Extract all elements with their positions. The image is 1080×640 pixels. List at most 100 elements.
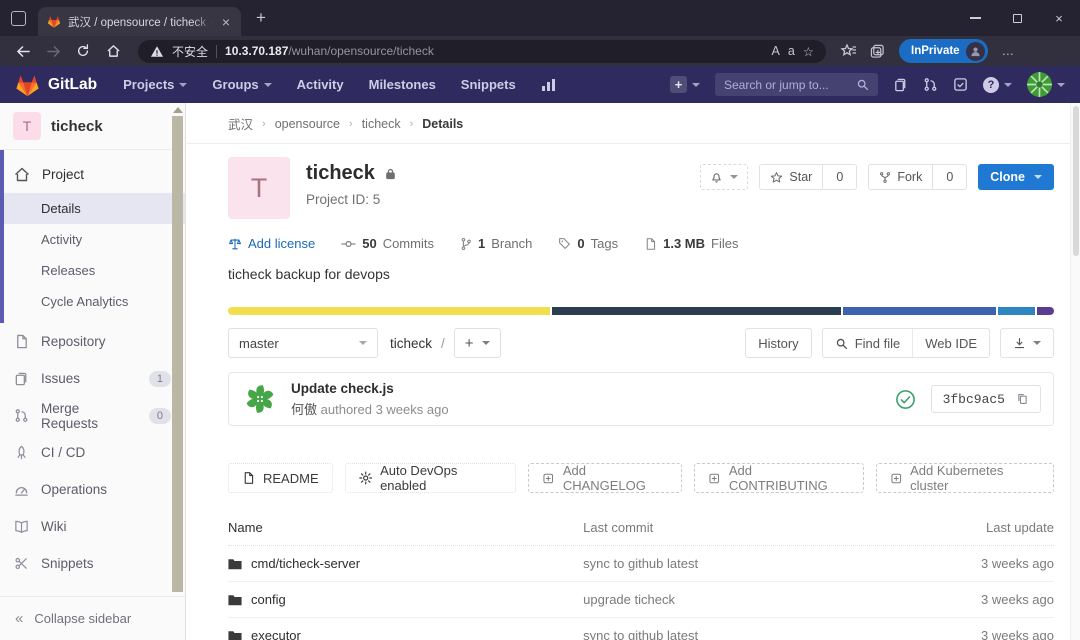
security-label[interactable]: 不安全	[172, 43, 208, 60]
commits-stat[interactable]: 50 Commits	[341, 236, 434, 251]
new-tab-button[interactable]: +	[256, 8, 266, 28]
refresh-button[interactable]	[70, 40, 96, 62]
maximize-button[interactable]	[996, 0, 1038, 36]
clone-button[interactable]: Clone	[978, 164, 1054, 190]
forward-button[interactable]	[40, 40, 66, 62]
commit-sha[interactable]: 3fbc9ac5	[943, 392, 1005, 407]
gitlab-brand[interactable]: GitLab	[48, 76, 97, 94]
collections-icon[interactable]	[870, 44, 885, 58]
nav-projects[interactable]: Projects	[123, 77, 188, 92]
sidebar-item-cicd[interactable]: CI / CD	[0, 434, 185, 471]
file-name-link[interactable]: config	[251, 592, 286, 607]
nav-snippets[interactable]: Snippets	[461, 77, 516, 92]
browser-tab[interactable]: 武汉 / opensource / ticheck · Gi ×	[38, 7, 241, 36]
address-bar[interactable]: 不安全 10.3.70.187/wuhan/opensource/ticheck…	[138, 39, 826, 63]
charts-icon[interactable]	[541, 78, 557, 92]
scrollbar-thumb[interactable]	[172, 116, 183, 592]
add-license-link[interactable]: Add license	[228, 236, 315, 251]
star-count[interactable]: 0	[823, 165, 856, 189]
language-bar[interactable]	[228, 307, 1054, 315]
sidebar-item-issues[interactable]: Issues 1	[0, 360, 185, 397]
window-controls: ×	[954, 0, 1080, 36]
sidebar-item-project[interactable]: Project	[0, 156, 185, 193]
commit-message-link[interactable]: sync to github latest	[583, 556, 924, 571]
back-button[interactable]	[10, 40, 36, 62]
gitlab-logo[interactable]	[15, 73, 40, 97]
issues-nav-icon[interactable]	[893, 77, 908, 92]
file-name-link[interactable]: cmd/ticheck-server	[251, 556, 360, 571]
browser-menu-icon[interactable]: …	[1002, 44, 1015, 58]
plus-icon: +	[464, 334, 474, 352]
sidebar-item-operations[interactable]: Operations	[0, 471, 185, 508]
files-stat[interactable]: 1.3 MB Files	[644, 236, 738, 251]
breadcrumb-project[interactable]: ticheck	[362, 117, 401, 131]
sidebar-scrollbar[interactable]	[172, 105, 183, 640]
home-button[interactable]	[100, 40, 126, 62]
search-input[interactable]: Search or jump to...	[715, 73, 878, 96]
table-row[interactable]: config upgrade ticheck 3 weeks ago	[228, 582, 1054, 618]
branches-stat[interactable]: 1 Branch	[460, 236, 532, 251]
pipeline-passed-icon[interactable]	[895, 389, 916, 410]
commit-author[interactable]: 何傲	[291, 402, 317, 417]
nav-activity[interactable]: Activity	[297, 77, 344, 92]
minimize-button[interactable]	[954, 0, 996, 36]
scroll-up-arrow-icon[interactable]	[172, 107, 183, 113]
download-button[interactable]	[1000, 328, 1054, 358]
star-button[interactable]: Star	[760, 165, 824, 189]
sidebar-item-snippets[interactable]: Snippets	[0, 545, 185, 582]
scrollbar-thumb[interactable]	[1072, 106, 1079, 256]
history-button[interactable]: History	[745, 328, 812, 358]
sidebar-project-header[interactable]: T ticheck	[0, 103, 185, 150]
repo-buttons-row: README Auto DevOps enabled Add CHANGELOG…	[228, 463, 1054, 493]
find-file-button[interactable]: Find file	[823, 329, 913, 357]
sidebar-item-merge-requests[interactable]: Merge Requests 0	[0, 397, 185, 434]
copy-icon[interactable]	[1016, 392, 1029, 406]
sidebar-item-wiki[interactable]: Wiki	[0, 508, 185, 545]
breadcrumb-group[interactable]: 武汉	[228, 114, 253, 133]
tag-icon	[559, 238, 571, 249]
nav-groups[interactable]: Groups	[212, 77, 272, 92]
todos-nav-icon[interactable]	[953, 77, 968, 92]
favorites-bar-icon[interactable]	[840, 44, 856, 58]
breadcrumb-subgroup[interactable]: opensource	[275, 117, 340, 131]
auto-devops-button[interactable]: Auto DevOps enabled	[344, 463, 517, 493]
inprivate-badge[interactable]: InPrivate	[899, 39, 988, 63]
commit-message-link[interactable]: upgrade ticheck	[583, 592, 924, 607]
file-name-link[interactable]: executor	[251, 628, 301, 640]
add-kubernetes-button[interactable]: Add Kubernetes cluster	[875, 463, 1054, 493]
help-menu-button[interactable]: ?	[983, 76, 1012, 93]
sidebar-item-details[interactable]: Details	[0, 193, 185, 224]
close-button[interactable]: ×	[1038, 0, 1080, 36]
sidebar-item-cycle-analytics[interactable]: Cycle Analytics	[0, 286, 185, 317]
sidebar-item-repository[interactable]: Repository	[0, 323, 185, 360]
user-menu-button[interactable]	[1027, 72, 1065, 97]
sidebar-item-activity[interactable]: Activity	[0, 224, 185, 255]
commit-message[interactable]: Update check.js	[291, 381, 449, 396]
read-aloud-icon[interactable]: A	[771, 44, 779, 58]
notification-button[interactable]	[700, 164, 749, 190]
tags-stat[interactable]: 0 Tags	[558, 236, 618, 251]
translate-icon[interactable]: a	[788, 44, 795, 58]
add-file-button[interactable]: +	[453, 328, 501, 358]
fork-button[interactable]: Fork	[869, 165, 934, 189]
collapse-sidebar-button[interactable]: « Collapse sidebar	[0, 596, 185, 640]
page-scrollbar[interactable]	[1070, 103, 1080, 640]
add-contributing-button[interactable]: Add CONTRIBUTING	[694, 463, 864, 493]
new-menu-button[interactable]: +	[670, 76, 700, 93]
fork-count[interactable]: 0	[933, 165, 966, 189]
readme-button[interactable]: README	[228, 463, 333, 493]
tab-actions-icon[interactable]	[11, 10, 26, 26]
branch-selector[interactable]: master	[228, 328, 378, 358]
add-favorite-icon[interactable]: ☆	[803, 44, 814, 59]
web-ide-button[interactable]: Web IDE	[912, 329, 989, 357]
table-row[interactable]: cmd/ticheck-server sync to github latest…	[228, 546, 1054, 582]
commit-message-link[interactable]: sync to github latest	[583, 628, 924, 640]
repo-root-link[interactable]: ticheck	[390, 336, 432, 351]
sidebar-item-releases[interactable]: Releases	[0, 255, 185, 286]
add-changelog-button[interactable]: Add CHANGELOG	[528, 463, 683, 493]
url-text[interactable]: 10.3.70.187/wuhan/opensource/ticheck	[225, 44, 434, 58]
merge-requests-nav-icon[interactable]	[923, 77, 938, 92]
nav-milestones[interactable]: Milestones	[369, 77, 436, 92]
tab-close-icon[interactable]: ×	[220, 15, 232, 29]
table-row[interactable]: executor sync to github latest 3 weeks a…	[228, 618, 1054, 640]
